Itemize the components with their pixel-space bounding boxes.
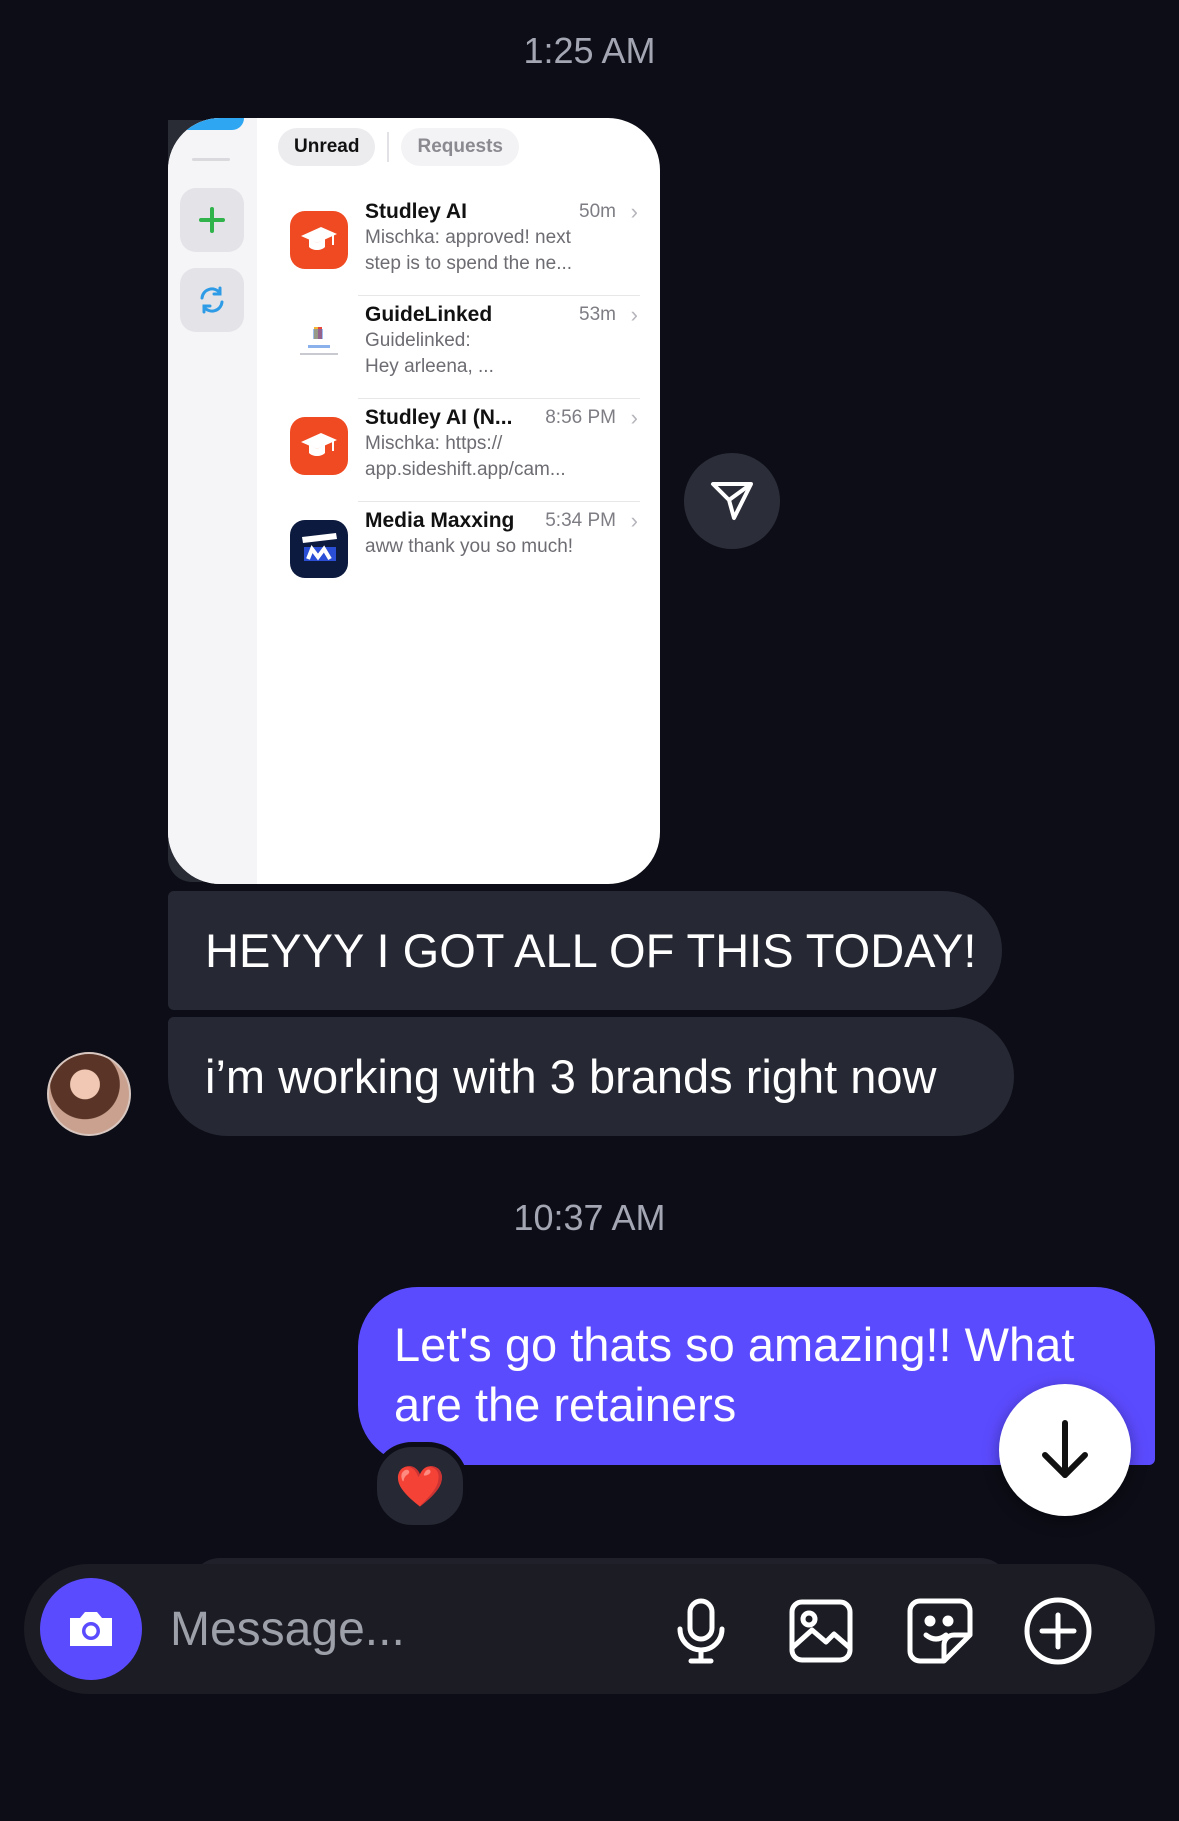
microphone-icon <box>677 1598 725 1664</box>
guidelinked-logo <box>290 314 348 372</box>
conversation-preview: step is to spend the ne... <box>365 253 573 274</box>
sidebar-accent <box>168 118 244 130</box>
sticker-button[interactable] <box>905 1596 975 1666</box>
conversation-name: GuideLinked <box>365 303 493 326</box>
heart-icon: ❤️ <box>395 1464 445 1509</box>
message-input[interactable]: Message... <box>170 1602 405 1657</box>
divider <box>192 158 230 161</box>
avatar[interactable] <box>47 1052 131 1136</box>
gallery-button[interactable] <box>786 1596 856 1666</box>
conversation-time: 50m <box>579 201 616 222</box>
conversation-name: Media Maxxing <box>365 509 515 532</box>
chevron-right-icon: › <box>630 302 638 327</box>
camera-button[interactable] <box>40 1578 142 1680</box>
arrow-down-icon <box>1042 1420 1088 1478</box>
conversation-preview: Mischka: approved! next <box>365 227 571 248</box>
heart-reaction[interactable]: ❤️ <box>372 1442 468 1530</box>
conversation-time: 53m <box>579 304 616 325</box>
plus-icon <box>180 188 244 252</box>
shared-screenshot[interactable]: Unread Requests Studley AI 50m › Mischka… <box>168 118 660 884</box>
chevron-right-icon: › <box>630 405 638 430</box>
message-text: i’m working with 3 brands right now <box>205 1050 937 1103</box>
chevron-right-icon: › <box>630 199 638 224</box>
incoming-message[interactable]: HEYYY I GOT ALL OF THIS TODAY! <box>168 891 1002 1010</box>
refresh-icon <box>180 268 244 332</box>
media-maxxing-logo <box>290 520 348 578</box>
camera-icon <box>70 1612 112 1646</box>
scroll-to-bottom-button[interactable] <box>999 1384 1131 1516</box>
incoming-message[interactable]: i’m working with 3 brands right now <box>168 1017 1014 1136</box>
conversation-preview: Hey arleena, ... <box>365 356 494 377</box>
conversation-preview: Mischka: https:// <box>365 433 503 454</box>
share-button[interactable] <box>684 453 780 549</box>
screenshot-tabs: Unread Requests <box>278 128 519 166</box>
timestamp: 1:25 AM <box>523 30 656 71</box>
tab-unread: Unread <box>278 128 376 166</box>
conversation-preview: aww thank you so much! <box>365 536 574 557</box>
chevron-right-icon: › <box>630 508 638 533</box>
list-item: Media Maxxing 5:34 PM › aww thank you so… <box>278 502 640 605</box>
conversation-time: 5:34 PM <box>545 510 616 531</box>
send-icon <box>711 482 753 520</box>
screenshot-sidebar <box>168 118 257 884</box>
image-icon <box>789 1599 853 1663</box>
microphone-button[interactable] <box>666 1596 736 1666</box>
conversation-preview: app.sideshift.app/cam... <box>365 459 566 480</box>
message-text: HEYYY I GOT ALL OF THIS TODAY! <box>205 924 977 977</box>
list-item: Studley AI (N... 8:56 PM › Mischka: http… <box>278 399 640 502</box>
conversation-time: 8:56 PM <box>545 407 616 428</box>
conversation-name: Studley AI <box>365 200 467 223</box>
tab-requests: Requests <box>401 128 519 166</box>
tab-divider <box>387 132 390 162</box>
plus-circle-icon <box>1024 1597 1092 1665</box>
timestamp: 10:37 AM <box>513 1197 666 1238</box>
graduation-cap-icon <box>290 211 348 269</box>
graduation-cap-icon <box>290 417 348 475</box>
message-text: are the retainers <box>394 1378 737 1431</box>
message-text: Let's go thats so amazing!! What <box>394 1318 1075 1371</box>
conversation-preview: Guidelinked: <box>365 330 471 351</box>
add-button[interactable] <box>1023 1596 1093 1666</box>
message-composer: Message... <box>24 1564 1155 1694</box>
sticker-icon <box>907 1598 973 1664</box>
list-item: GuideLinked 53m › Guidelinked: Hey arlee… <box>278 296 640 399</box>
conversation-name: Studley AI (N... <box>365 406 513 429</box>
list-item: Studley AI 50m › Mischka: approved! next… <box>278 193 640 296</box>
